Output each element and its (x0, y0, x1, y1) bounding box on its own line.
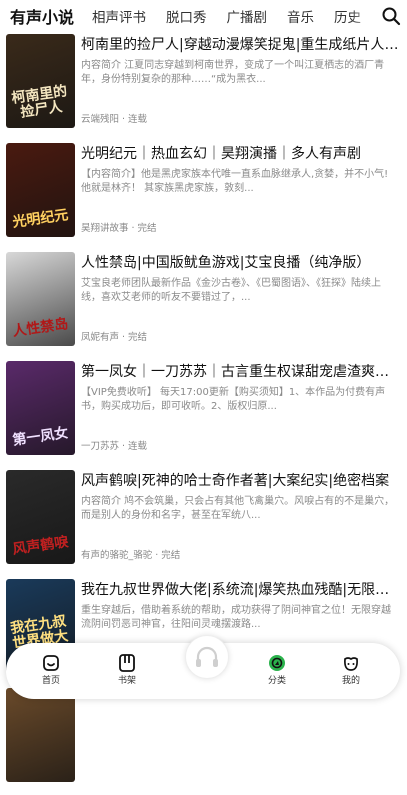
book-cover: 第一凤女 (6, 361, 75, 455)
book-title: 第一凤女｜一刀苏苏｜古言重生权谋甜宠虐渣爽文｜V... (81, 364, 399, 380)
tab-fade-overlay (351, 0, 381, 32)
book-title: 我在九叔世界做大佬|系统流|爆笑热血残酷|无限穿越|... (81, 582, 399, 598)
nav-category-label: 分类 (267, 676, 286, 686)
book-cover (6, 688, 75, 782)
book-cover: 光明纪元 (6, 143, 75, 237)
tab-music[interactable]: 音乐 (287, 6, 314, 26)
cover-art-text (10, 768, 70, 776)
book-title: 柯南里的捡尸人|穿越动漫爆笑捉鬼|重生成纸片人|热... (81, 37, 399, 53)
cover-art-text: 风声鹤唳 (11, 534, 70, 558)
headphones-icon (196, 646, 218, 667)
nav-category[interactable]: 分类 (252, 649, 302, 687)
nav-mine-label: 我的 (341, 676, 360, 686)
cover-art-text: 光明纪元 (11, 207, 70, 231)
list-item[interactable]: 风声鹤唳 风声鹤唳|死神的哈士奇作者著|大案纪实|绝密档案 内容简介 鸠不会筑巢… (0, 468, 407, 577)
book-meta: 云端残阳 · 连载 (81, 114, 148, 125)
book-title: 人性禁岛|中国版鱿鱼游戏|艾宝良播（纯净版） (81, 255, 371, 271)
search-button[interactable] (381, 6, 401, 26)
book-description: 【VIP免费收听】 每天17:00更新【购买须知】1、本作品为付费有声书，购买成… (81, 387, 386, 412)
nav-home[interactable]: 首页 (26, 649, 76, 687)
cover-art-text: 第一凤女 (11, 425, 70, 449)
tab-talk-show[interactable]: 脱口秀 (166, 6, 207, 26)
book-cover: 人性禁岛 (6, 252, 75, 346)
tab-audiobook-novel[interactable]: 有声小说 (10, 4, 74, 28)
book-meta: 有声的骆驼_骆驼 · 完结 (81, 550, 181, 561)
tab-radio-drama[interactable]: 广播剧 (227, 6, 268, 26)
list-item[interactable]: 光明纪元 光明纪元｜热血玄幻｜昊翔演播｜多人有声剧 【内容简介】他是黑虎家族本代… (0, 141, 407, 250)
list-item[interactable]: 人性禁岛 人性禁岛|中国版鱿鱼游戏|艾宝良播（纯净版） 艾宝良老师团队最新作品《… (0, 250, 407, 359)
category-icon (267, 653, 287, 673)
book-description: 【内容简介】他是黑虎家族本代唯一直系血脉继承人,贪婪，并不小气!他就是林齐！ 其… (81, 169, 389, 194)
book-cover: 柯南里的捡尸人 (6, 34, 75, 128)
tab-crosstalk-storytelling[interactable]: 相声评书 (92, 6, 146, 26)
list-item[interactable]: 第一凤女 第一凤女｜一刀苏苏｜古言重生权谋甜宠虐渣爽文｜V... 【VIP免费收… (0, 359, 407, 468)
list-item[interactable]: 柯南里的捡尸人 柯南里的捡尸人|穿越动漫爆笑捉鬼|重生成纸片人|热... 内容简… (0, 32, 407, 141)
profile-icon (341, 653, 361, 673)
book-meta: 昊翔讲故事 · 完结 (81, 223, 157, 234)
bottom-nav: 首页 书架 分类 我的 (6, 635, 400, 699)
category-tab-bar: 有声小说 相声评书 脱口秀 广播剧 音乐 历史 儿 (0, 0, 407, 32)
book-meta: 一刀苏苏 · 连载 (81, 441, 148, 452)
nav-mine[interactable]: 我的 (326, 649, 376, 687)
book-description: 内容简介 鸠不会筑巢，只会占有其他飞禽巢穴。风唳占有的不是巢穴，而是别人的身份和… (81, 496, 395, 521)
search-icon (382, 7, 401, 26)
home-icon (41, 653, 61, 673)
book-description: 重生穿越后，借助着系统的帮助，成功获得了阴间神官之位！无限穿越流阴间罚恶司神官，… (81, 605, 391, 630)
nav-bookshelf[interactable]: 书架 (102, 649, 152, 687)
bookshelf-icon (117, 653, 137, 673)
list-item[interactable] (0, 686, 407, 795)
nav-home-label: 首页 (41, 676, 60, 686)
book-title: 风声鹤唳|死神的哈士奇作者著|大案纪实|绝密档案 (81, 473, 390, 489)
cover-art-text: 柯南里的捡尸人 (10, 83, 69, 121)
book-title: 光明纪元｜热血玄幻｜昊翔演播｜多人有声剧 (81, 146, 361, 162)
book-cover: 风声鹤唳 (6, 470, 75, 564)
book-description: 内容简介 江夏同志穿越到柯南世界，变成了一个叫江夏栖志的酒厂青年，身份特别复杂的… (81, 60, 385, 85)
book-meta: 凤妮有声 · 完结 (81, 332, 148, 343)
nav-bookshelf-label: 书架 (117, 676, 136, 686)
cover-art-text: 人性禁岛 (11, 316, 70, 340)
book-description: 艾宝良老师团队最新作品《金沙古卷》、《巴蜀图语》、《狂探》陆续上线，喜欢艾老师的… (81, 278, 381, 303)
mini-player-button[interactable] (185, 635, 229, 679)
